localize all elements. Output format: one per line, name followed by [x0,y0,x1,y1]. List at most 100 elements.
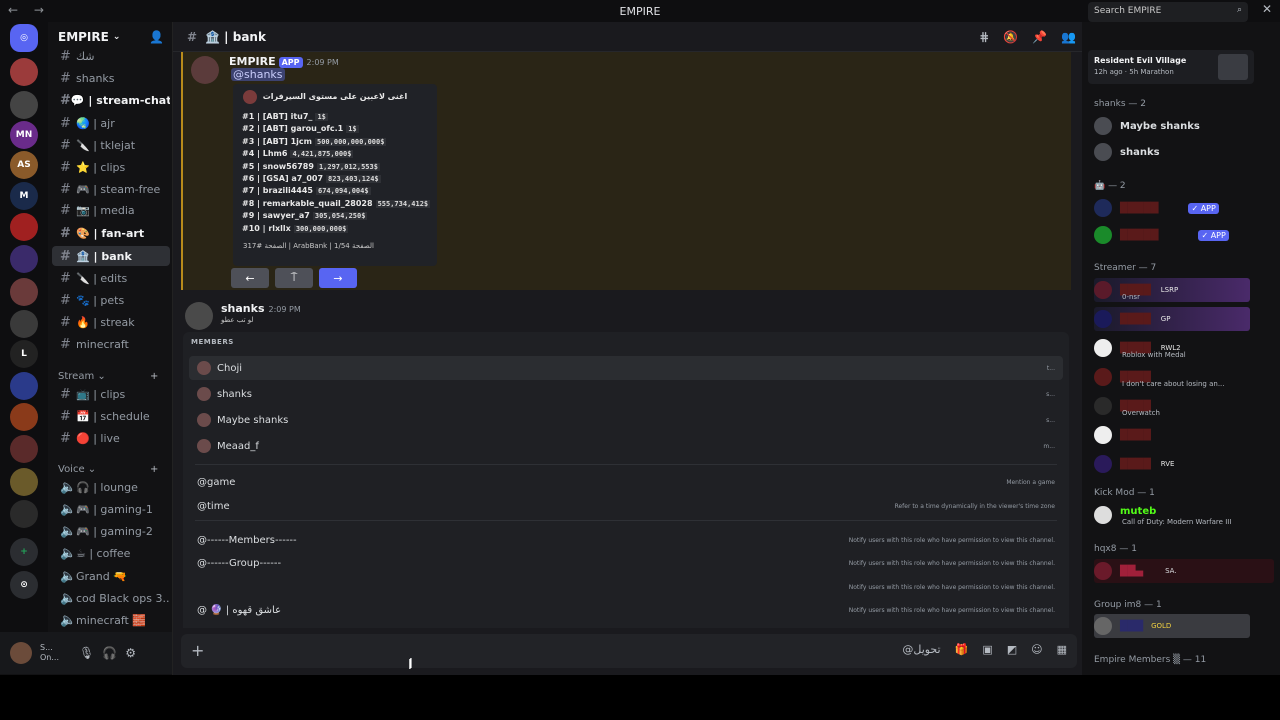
hash-icon: # [60,408,71,424]
discover-icon[interactable]: ⊙ [10,571,38,599]
member-item[interactable]: ███ GOLD [1094,614,1250,638]
pin-icon[interactable]: 📌 [1032,30,1047,44]
speaker-icon: 🔈 [60,546,77,562]
member-item[interactable]: ████ I don't care about losing an... [1094,365,1274,389]
member-item[interactable]: muteb Call of Duty: Modern Warfare III [1094,503,1274,527]
channel-item[interactable]: # 🐾 | pets [52,290,170,310]
server-icon[interactable] [10,435,38,463]
message-author[interactable]: shanks 2:09 PM [221,302,301,315]
discord-home-icon[interactable]: ◎ [10,24,38,52]
channel-item[interactable]: # 🔴 | live [52,428,170,448]
voice-channel-item[interactable]: 🔈 cod Black ops 3... [52,589,170,609]
mention-member-option[interactable]: Maybe shanks s... [189,408,1063,432]
member-item[interactable]: ████ RVE [1094,452,1274,476]
mention-command-option[interactable]: @game Mention a game [189,470,1063,494]
server-icon[interactable] [10,310,38,338]
avatar[interactable] [10,642,32,664]
category-voice[interactable]: Voice ⌄ + [58,464,158,475]
server-icon[interactable]: L [10,340,38,368]
next-page-button[interactable]: → [319,268,357,288]
settings-gear-icon[interactable]: ⚙ [125,646,136,660]
channel-item[interactable]: # 🌏 | ajr [52,113,170,133]
category-stream[interactable]: Stream ⌄ + [58,371,158,382]
channel-item[interactable]: # 🎨 | fan-art [52,223,170,243]
member-item[interactable]: ████ Overwatch [1094,394,1274,418]
voice-channel-item[interactable]: 🔈 Grand 🔫 [52,566,170,586]
channel-item[interactable]: # 🔥 | streak [52,312,170,332]
gift-icon[interactable]: 🎁 [955,643,969,656]
mention-role-option[interactable]: @------Group------ Notify users with this… [189,552,1063,576]
server-icon[interactable]: MN [10,121,38,149]
server-icon[interactable] [10,245,38,273]
emoji-icon[interactable]: ☺ [1031,643,1042,656]
channel-item[interactable]: # minecraft [52,334,170,354]
mention-role-option[interactable]: @ 🔮 | عاشق قهوه Notify users with this ro… [189,599,1063,623]
sticker-icon[interactable]: ◩ [1007,643,1017,656]
channel-item[interactable]: # 🔪 | tklejat [52,135,170,155]
member-item[interactable]: ████ [1094,423,1274,447]
mention-member-option[interactable]: Meaad_f m... [189,434,1063,458]
apps-icon[interactable]: ▦ [1057,643,1067,656]
channel-item[interactable]: # 📅 | schedule [52,406,170,426]
member-item[interactable]: Maybe shanks [1094,114,1274,138]
channel-item[interactable]: # 📷 | media [52,200,170,220]
message-author[interactable]: EMPIRE APP 2:09 PM [229,55,339,68]
headphones-icon[interactable]: 🎧 [102,646,117,660]
channel-item[interactable]: # ⭐ | clips [52,157,170,177]
server-icon[interactable] [10,500,38,528]
first-page-button[interactable]: ⍑ [275,268,313,288]
voice-channel-item[interactable]: 🔈 ☕ | coffee [52,544,170,564]
mention-member-option[interactable]: shanks s... [189,382,1063,406]
server-icon[interactable]: AS [10,151,38,179]
channel-item[interactable]: # shanks [52,68,170,88]
mention-role-option[interactable]: @------Members------ Notify users with th… [189,528,1063,552]
member-item[interactable]: ████ GP [1094,307,1250,331]
user-mention[interactable]: @shanks [231,68,285,81]
server-icon[interactable] [10,58,38,86]
mention-command-option[interactable]: @time Refer to a time dynamically in the … [189,494,1063,518]
plus-icon[interactable]: + [150,371,158,382]
voice-channel-item[interactable]: 🔈 minecraft 🧱 [52,611,170,631]
channel-item[interactable]: # شك [52,46,170,66]
member-item[interactable]: shanks [1094,140,1274,164]
plus-icon[interactable]: + [150,464,158,475]
server-icon[interactable] [10,213,38,241]
microphone-icon[interactable]: 🎙 [79,646,94,660]
invite-people-icon[interactable]: 👤 [149,30,164,44]
channel-item[interactable]: # 💬 | stream-chat [52,90,170,110]
server-icon[interactable] [10,468,38,496]
speaker-icon: 🔈 [60,568,77,584]
attach-plus-icon[interactable]: + [191,641,204,660]
channel-item[interactable]: # 🔪 | edits [52,268,170,288]
server-icon[interactable] [10,372,38,400]
member-item[interactable]: ████ LSRP 0-nsr [1094,278,1250,302]
add-server-icon[interactable]: + [10,538,38,566]
message-composer[interactable]: + @تحويل 🎁 ▣ ◩ ☺ ▦ [181,634,1077,668]
channel-item[interactable]: # 🏦 | bank [52,246,170,266]
avatar[interactable] [185,302,213,330]
server-icon[interactable] [10,91,38,119]
member-list-icon[interactable]: 👥 [1061,30,1076,44]
channel-item[interactable]: # 📺 | clips [52,384,170,404]
notification-bell-icon[interactable]: 🔕 [1003,30,1018,44]
previous-page-button[interactable]: ← [231,268,269,288]
gif-icon[interactable]: ▣ [982,643,992,656]
search-input[interactable]: Search EMPIRE ⌕ [1088,2,1248,22]
member-item[interactable]: █████ ✓ APP [1094,196,1274,220]
voice-channel-item[interactable]: 🔈 🎮 | gaming-1 [52,499,170,519]
mention-member-option[interactable]: Choji t... [189,356,1063,380]
server-icon[interactable] [10,403,38,431]
avatar[interactable] [191,56,219,84]
activity-card[interactable]: Resident Evil Village 12h ago · 5h Marat… [1088,50,1254,84]
mention-role-option[interactable]: Notify users with this role who have per… [189,575,1063,599]
voice-channel-item[interactable]: 🔈 🎧 | lounge [52,477,170,497]
threads-icon[interactable]: ⋕ [979,30,989,44]
server-icon[interactable] [10,278,38,306]
member-item[interactable]: ██▄ SA. [1094,559,1274,583]
server-icon[interactable]: M [10,182,38,210]
voice-channel-item[interactable]: 🔈 🎮 | gaming-2 [52,522,170,542]
member-item[interactable]: █████ ✓ APP [1094,223,1274,247]
member-item[interactable]: ████ RWL2 Roblox with Medal [1094,336,1274,360]
channel-item[interactable]: # 🎮 | steam-free [52,179,170,199]
close-button[interactable]: ✕ [1262,2,1272,16]
